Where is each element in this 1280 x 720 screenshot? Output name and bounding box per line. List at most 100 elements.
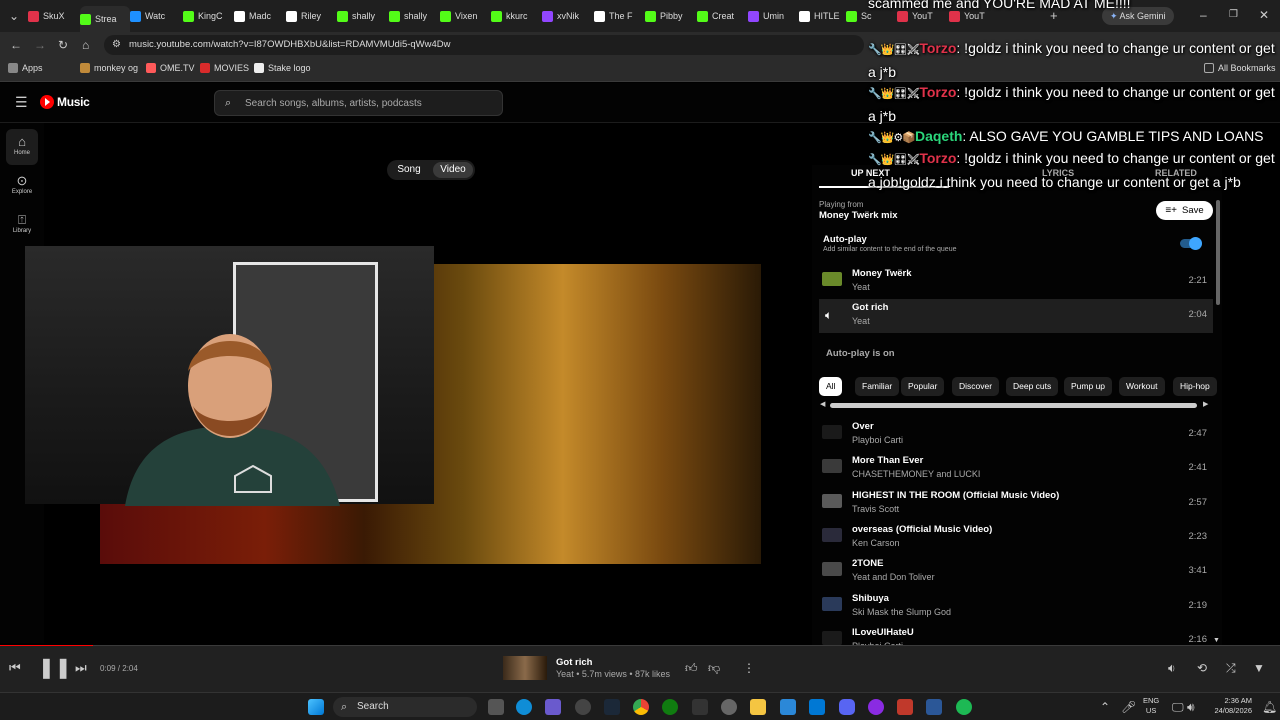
app-icon-2[interactable] [575, 699, 591, 715]
tab-search-chevron-icon[interactable]: ⌄ [9, 9, 19, 23]
chips-scroll-left-icon[interactable]: ◀ [820, 400, 825, 408]
app-icon-3[interactable] [692, 699, 708, 715]
pause-icon[interactable]: ❚❚ [38, 658, 72, 678]
queue-item[interactable]: HIGHEST IN THE ROOM (Official Music Vide… [819, 487, 1213, 521]
browser-tab[interactable]: KingC [183, 6, 233, 26]
browser-tab[interactable]: Strea [80, 6, 130, 32]
nav-home[interactable]: ⌂ Home [0, 134, 44, 156]
like-icon[interactable]: 👍︎ [685, 661, 698, 675]
bookmark-item[interactable]: OME.TV [146, 63, 195, 73]
browser-tab[interactable]: Vixen [440, 6, 490, 26]
next-icon[interactable]: ⏭︎ [75, 661, 87, 675]
filter-chip[interactable]: Pump up [1064, 377, 1113, 396]
filter-chip[interactable]: All [819, 377, 843, 396]
bookmark-item[interactable]: MOVIES [200, 63, 249, 73]
clock[interactable]: 2:36 AM 24/08/2026 [1206, 696, 1252, 716]
filter-chip[interactable]: Familiar [855, 377, 900, 396]
queue-item[interactable]: Shibuya Ski Mask the Slump God 2:19 [819, 590, 1213, 624]
filter-chip[interactable]: Hip-hop [1173, 377, 1217, 396]
ask-gemini-button[interactable]: ✦ Ask Gemini [1102, 7, 1174, 25]
home-browser-icon[interactable]: ⌂ [82, 38, 89, 52]
spotify-icon[interactable] [956, 699, 972, 715]
nav-explore[interactable]: ⊙ Explore [0, 173, 44, 195]
all-bookmarks[interactable]: All Bookmarks [1204, 63, 1276, 73]
taskbar-search[interactable]: ⌕ Search [333, 697, 477, 717]
browser-tab[interactable]: SkuX [28, 6, 78, 26]
hamburger-menu-icon[interactable]: ☰ [15, 95, 28, 109]
app-icon-5[interactable] [868, 699, 884, 715]
filter-chip[interactable]: Workout [1119, 377, 1165, 396]
browser-tab[interactable]: Riley [286, 6, 336, 26]
back-icon[interactable]: ← [10, 38, 22, 52]
app-icon-6[interactable] [897, 699, 913, 715]
close-window-icon[interactable]: ✕ [1259, 8, 1269, 22]
notifications-icon[interactable]: 🔔︎ [1262, 700, 1277, 714]
app-icon-7[interactable] [926, 699, 942, 715]
settings-icon[interactable] [721, 699, 737, 715]
discord-icon[interactable] [839, 699, 855, 715]
browser-tab[interactable]: The F [594, 6, 644, 26]
queue-scrollbar[interactable] [1216, 200, 1220, 305]
bookmark-item[interactable]: Apps [8, 63, 43, 73]
browser-tab[interactable]: Creat [697, 6, 747, 26]
queue-current-row[interactable]: Money Twërk Yeat 2:21 [819, 265, 1213, 299]
browser-tab[interactable]: Watc [130, 6, 180, 26]
browser-tab[interactable]: Sc [846, 6, 896, 26]
browser-tab[interactable]: shally [389, 6, 439, 26]
more-options-icon[interactable]: ⋮ [743, 661, 755, 675]
repeat-icon[interactable]: ⟲ [1197, 661, 1207, 675]
microphone-icon[interactable]: 🎤︎ [1121, 700, 1136, 714]
windows-start-icon[interactable] [308, 699, 324, 715]
tab-lyrics[interactable]: LYRICS [1042, 168, 1074, 178]
bookmark-item[interactable]: Stake logo [254, 63, 311, 73]
url-field[interactable]: ⚙ music.youtube.com/watch?v=I87OWDHBXbU&… [104, 35, 864, 55]
site-info-icon[interactable]: ⚙ [112, 38, 121, 52]
task-view-icon[interactable] [488, 699, 504, 715]
app-icon-1[interactable] [545, 699, 561, 715]
speaker-icon[interactable]: 🔊︎ [1187, 700, 1195, 714]
tab-related[interactable]: RELATED [1155, 168, 1197, 178]
chips-scroll-right-icon[interactable]: ▶ [1203, 400, 1208, 408]
queue-item[interactable]: Over Playboi Carti 2:47 [819, 418, 1213, 452]
queue-scroll-down-icon[interactable]: ▼ [1213, 637, 1220, 644]
previous-icon[interactable]: ⏮︎ [9, 661, 21, 675]
reload-icon[interactable]: ↻ [58, 38, 68, 52]
edge-icon[interactable] [516, 699, 532, 715]
browser-tab[interactable]: YouT [897, 6, 947, 26]
browser-tab[interactable]: Umin [748, 6, 798, 26]
save-button[interactable]: ≡+ Save [1156, 201, 1213, 220]
song-toggle-button[interactable]: Song [389, 162, 429, 178]
browser-tab[interactable]: YouT [949, 6, 999, 26]
volume-icon[interactable]: 🔉︎ [1168, 661, 1176, 675]
forward-icon[interactable]: → [34, 38, 46, 52]
tray-chevron-icon[interactable]: ⌃ [1100, 700, 1110, 714]
browser-tab[interactable]: HITLE [799, 6, 849, 26]
bookmark-item[interactable]: monkey og [80, 63, 138, 73]
tab-up-next[interactable]: UP NEXT [851, 168, 890, 178]
store-icon[interactable] [780, 699, 796, 715]
minimize-icon[interactable]: – [1200, 8, 1207, 22]
file-explorer-icon[interactable] [750, 699, 766, 715]
chrome-icon[interactable] [633, 699, 649, 715]
dislike-icon[interactable]: 👎︎ [708, 661, 720, 675]
ytmusic-logo[interactable]: Music [40, 95, 90, 109]
filter-chip[interactable]: Deep cuts [1006, 377, 1059, 396]
steam-icon[interactable] [604, 699, 620, 715]
video-toggle-button[interactable]: Video [433, 162, 473, 178]
browser-tab[interactable]: Pibby [645, 6, 695, 26]
queue-item[interactable]: 2TONE Yeat and Don Toliver 3:41 [819, 555, 1213, 589]
queue-current-row-playing[interactable]: 🔈︎ Got rich Yeat 2:04 [819, 299, 1213, 333]
browser-tab[interactable]: shally [337, 6, 387, 26]
browser-tab[interactable]: kkurc [491, 6, 541, 26]
search-input[interactable]: ⌕ Search songs, albums, artists, podcast… [214, 90, 503, 116]
filter-chip[interactable]: Popular [901, 377, 945, 396]
app-icon-4[interactable] [809, 699, 825, 715]
browser-tab[interactable]: xvNik [542, 6, 592, 26]
queue-item[interactable]: More Than Ever CHASETHEMONEY and LUCKI 2:4… [819, 452, 1213, 486]
expand-player-icon[interactable]: ▼ [1253, 661, 1265, 675]
filter-chip[interactable]: Discover [952, 377, 1000, 396]
shuffle-icon[interactable]: ⤮ [1226, 661, 1236, 675]
network-icon[interactable]: 🖵︎ [1172, 700, 1184, 714]
browser-tab[interactable]: Madc [234, 6, 284, 26]
playing-from-mix[interactable]: Money Twërk mix [819, 210, 898, 221]
